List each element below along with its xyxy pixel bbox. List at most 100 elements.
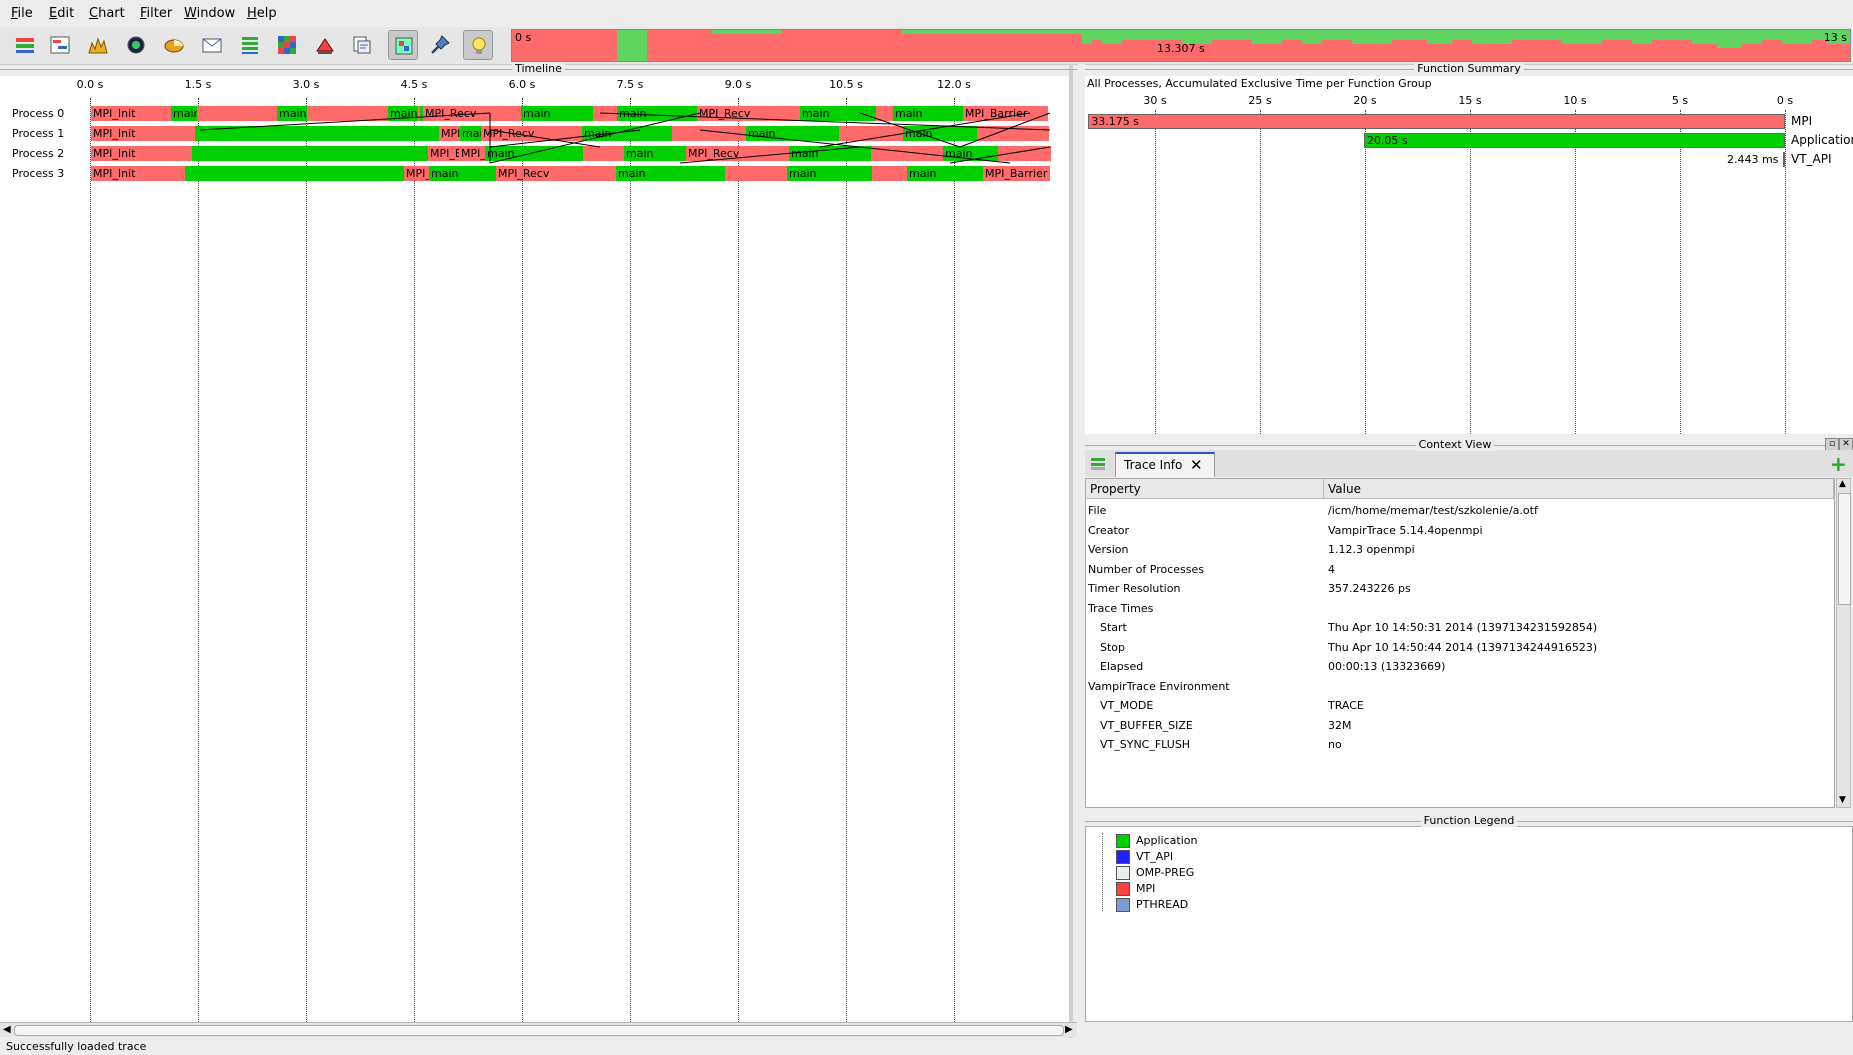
summary-tick-label: 5 s xyxy=(1671,94,1689,107)
message-line xyxy=(679,146,861,164)
summary-tick-label: 15 s xyxy=(1458,94,1482,107)
process-timeline-icon xyxy=(50,36,70,54)
tab-list-icon[interactable] xyxy=(1091,458,1105,470)
menu-help[interactable]: Help xyxy=(247,6,277,21)
tab-trace-info-label: Trace Info xyxy=(1124,458,1183,472)
scroll-thumb[interactable] xyxy=(14,1025,1064,1036)
counter-timeline-icon xyxy=(88,37,108,54)
scroll-right-icon[interactable]: ▶ xyxy=(1065,1024,1073,1035)
legend-swatch xyxy=(1116,850,1130,864)
property-cell: Start xyxy=(1100,621,1127,634)
column-header-value[interactable]: Value xyxy=(1324,479,1834,499)
summary-bar[interactable] xyxy=(1363,133,1785,148)
counter-timeline-button[interactable] xyxy=(83,30,113,60)
vscroll-thumb[interactable] xyxy=(1838,493,1851,605)
process-timeline-button[interactable] xyxy=(45,30,75,60)
overview-start-time: 0 s xyxy=(515,31,532,44)
function-summary-icon xyxy=(164,39,184,53)
property-cell: VT_MODE xyxy=(1100,699,1154,712)
master-timeline-button[interactable] xyxy=(10,30,40,60)
trace-info-vertical-scrollbar[interactable]: ▲ ▼ xyxy=(1836,478,1851,808)
close-tab-icon[interactable]: ✕ xyxy=(1190,456,1203,474)
summary-gridline xyxy=(1365,110,1366,434)
value-cell: no xyxy=(1328,738,1342,751)
summary-bar[interactable] xyxy=(1783,152,1785,167)
function-legend: Application VT_API OMP-PREG MPI PTHREAD xyxy=(1085,826,1853,1022)
timeline-gridline xyxy=(306,98,307,1022)
timeline-gridline xyxy=(630,98,631,1022)
performance-radar-button[interactable] xyxy=(121,30,151,60)
property-cell: Elapsed xyxy=(1100,660,1144,673)
scroll-down-icon[interactable]: ▼ xyxy=(1839,795,1846,805)
property-cell: Stop xyxy=(1100,640,1126,654)
timeline-vscroll-gutter xyxy=(1078,64,1085,1038)
summary-bar-value: 20.05 s xyxy=(1366,134,1408,147)
timeline-panel-title: Timeline xyxy=(0,62,1077,76)
property-cell: VT_BUFFER_SIZE xyxy=(1100,718,1193,732)
function-summary-button[interactable] xyxy=(159,30,189,60)
legend-label: OMP-PREG xyxy=(1136,866,1195,879)
zoom-button[interactable] xyxy=(388,30,418,60)
property-cell: VT_SYNC_FLUSH xyxy=(1100,738,1191,751)
call-tree-button[interactable] xyxy=(347,30,377,60)
menu-file[interactable]: File xyxy=(11,6,33,21)
message-line xyxy=(949,146,1051,164)
message-summary-button[interactable] xyxy=(197,30,227,60)
value-cell: 00:00:13 (13323669) xyxy=(1328,660,1446,673)
menu-filter[interactable]: Filter xyxy=(140,6,172,21)
message-line xyxy=(959,112,1051,148)
menu-edit[interactable]: Edit xyxy=(49,6,74,21)
communication-matrix-button[interactable] xyxy=(272,30,302,60)
function-summary-chart[interactable]: All Processes, Accumulated Exclusive Tim… xyxy=(1085,76,1853,434)
property-cell: Version xyxy=(1088,543,1129,556)
property-cell: Timer Resolution xyxy=(1088,582,1181,595)
menu-window[interactable]: Window xyxy=(184,6,235,21)
timeline-chart[interactable]: 0.0 s 1.5 s 3.0 s 4.5 s 6.0 s 7.5 s 9.0 s 10.5 … xyxy=(0,76,1069,1022)
summary-bar-name: Application xyxy=(1791,133,1853,147)
add-tab-icon[interactable]: + xyxy=(1830,452,1847,476)
legend-label: VT_API xyxy=(1136,850,1174,863)
value-cell: 357.243226 ps xyxy=(1328,582,1411,595)
scroll-up-icon[interactable]: ▲ xyxy=(1839,479,1846,489)
value-cell: 1.12.3 openmpi xyxy=(1328,543,1415,556)
value-cell: Thu Apr 10 14:50:44 2014 (13971342449165… xyxy=(1328,640,1598,654)
summary-bar[interactable] xyxy=(1088,114,1785,129)
column-header-property[interactable]: Property xyxy=(1086,479,1324,499)
timeline-horizontal-scrollbar[interactable]: ◀ ▶ xyxy=(0,1022,1077,1037)
pin-button[interactable] xyxy=(426,30,456,60)
tab-trace-info[interactable]: Trace Info ✕ xyxy=(1115,452,1215,477)
performance-radar-icon xyxy=(127,36,145,54)
scroll-left-icon[interactable]: ◀ xyxy=(3,1024,11,1035)
io-events-button[interactable] xyxy=(310,30,340,60)
overview-end-time: 13 s xyxy=(1823,31,1847,44)
value-cell: /icm/home/memar/test/szkolenie/a.otf xyxy=(1328,504,1538,517)
summary-bar-name: VT_API xyxy=(1791,152,1832,166)
summary-gridline xyxy=(1785,110,1786,434)
summary-tick-label: 25 s xyxy=(1248,94,1272,107)
process-summary-icon xyxy=(242,37,258,54)
summary-gridline xyxy=(1680,110,1681,434)
message-line xyxy=(819,112,1031,148)
value-cell: 4 xyxy=(1328,562,1335,576)
status-bar: Successfully loaded trace xyxy=(0,1038,1853,1055)
value-cell: Thu Apr 10 14:50:31 2014 (13971342315928… xyxy=(1328,621,1598,634)
summary-bar-value: 2.443 ms xyxy=(1727,153,1779,166)
lightbulb-icon xyxy=(472,37,486,54)
timeline-gridline xyxy=(846,98,847,1022)
lightbulb-button[interactable] xyxy=(463,30,493,60)
menu-chart[interactable]: Chart xyxy=(89,6,125,21)
status-text: Successfully loaded trace xyxy=(6,1040,147,1053)
message-line xyxy=(699,129,1011,164)
trace-overview-bar[interactable]: 0 s 13.307 s 13 s xyxy=(511,29,1851,62)
value-cell: TRACE xyxy=(1328,699,1364,712)
master-timeline-icon xyxy=(16,38,34,53)
summary-tick-label: 20 s xyxy=(1353,94,1377,107)
splitter-vertical[interactable] xyxy=(1069,64,1073,1038)
pin-icon xyxy=(431,35,450,54)
timeline-gridline xyxy=(738,98,739,1022)
message-line xyxy=(599,112,1051,131)
message-summary-icon xyxy=(202,38,222,53)
process-summary-button[interactable] xyxy=(235,30,265,60)
summary-bar-name: MPI xyxy=(1791,114,1813,128)
timeline-gridline xyxy=(198,98,199,1022)
